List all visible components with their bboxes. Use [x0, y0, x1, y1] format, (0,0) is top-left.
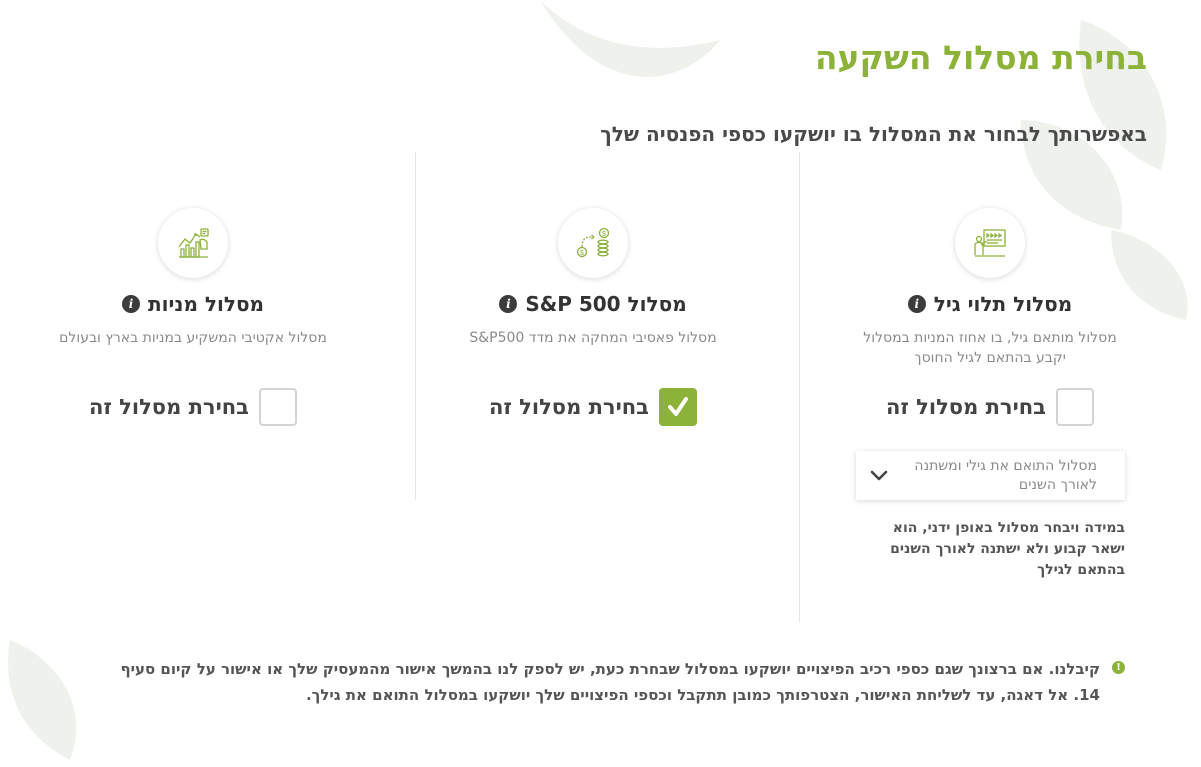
choose-track-sp500-option[interactable]: בחירת מסלול זה — [428, 388, 758, 426]
severance-notice: ! קיבלנו. אם ברצונך שגם כספי רכיב הפיצוי… — [115, 656, 1125, 708]
track-checkbox[interactable] — [658, 388, 697, 426]
choose-track-stocks-option[interactable]: בחירת מסלול זה — [28, 388, 358, 426]
track-title: מסלול תלוי גיל i — [825, 292, 1155, 316]
choose-track-label: בחירת מסלול זה — [89, 395, 249, 419]
track-icon-circle — [158, 208, 228, 278]
choose-track-label: בחירת מסלול זה — [886, 395, 1046, 419]
money-flow-icon: $ $ — [576, 227, 610, 258]
track-title-text: מסלול מניות — [147, 292, 265, 316]
svg-text:$: $ — [602, 231, 606, 238]
svg-text:$: $ — [580, 250, 584, 257]
track-description: מסלול פאסיבי המחקה את מדד S&P500 — [469, 330, 717, 346]
choose-track-label: בחירת מסלול זה — [489, 395, 649, 419]
track-checkbox[interactable] — [258, 388, 297, 426]
page-title: בחירת מסלול השקעה — [814, 38, 1147, 77]
notice-bullet-icon: ! — [1112, 661, 1125, 674]
track-checkbox[interactable] — [1055, 388, 1094, 426]
track-card-stocks: מסלול מניות i מסלול אקטיבי המשקיע במניות… — [28, 150, 358, 426]
presentation-board-icon — [974, 229, 1006, 257]
chevron-down-icon — [870, 470, 888, 480]
leaf-decoration-top-center — [540, 0, 720, 77]
choose-track-age-option[interactable]: בחירת מסלול זה — [825, 388, 1155, 426]
track-card-age: מסלול תלוי גיל i מסלול מותאם גיל, בו אחו… — [825, 150, 1155, 426]
page-subtitle: באפשרותך לבחור את המסלול בו יושקעו כספי … — [600, 122, 1147, 146]
age-track-select-value: מסלול התואם את גילי ומשתנה לאורך השנים — [914, 457, 1097, 493]
track-title-text: מסלול 500 S&P — [525, 292, 687, 316]
info-icon[interactable]: i — [121, 295, 140, 313]
info-icon[interactable]: i — [907, 295, 926, 313]
severance-notice-text: קיבלנו. אם ברצונך שגם כספי רכיב הפיצויים… — [120, 660, 1100, 704]
age-track-note: במידה ויבחר מסלול באופן ידני, הוא ישאר ק… — [890, 520, 1125, 578]
check-icon — [667, 397, 688, 416]
track-icon-circle — [955, 208, 1025, 278]
track-icon-circle: $ $ — [558, 208, 628, 278]
column-divider — [799, 152, 800, 622]
track-title: מסלול 500 S&P i — [428, 292, 758, 316]
column-divider — [415, 152, 416, 500]
track-title: מסלול מניות i — [28, 292, 358, 316]
info-icon[interactable]: i — [499, 295, 518, 313]
leaf-decoration-bottom-left — [8, 640, 77, 760]
stock-chart-icon — [178, 228, 209, 258]
track-card-sp500: $ $ מסלול 500 S&P i מסלול פאסיבי המחקה א… — [428, 150, 758, 426]
track-description: מסלול מותאם גיל, בו אחוז המניות במסלול י… — [863, 330, 1117, 366]
track-title-text: מסלול תלוי גיל — [933, 292, 1073, 316]
track-description: מסלול אקטיבי המשקיע במניות בארץ ובעולם — [59, 330, 327, 346]
age-track-select[interactable]: מסלול התואם את גילי ומשתנה לאורך השנים — [856, 451, 1125, 500]
